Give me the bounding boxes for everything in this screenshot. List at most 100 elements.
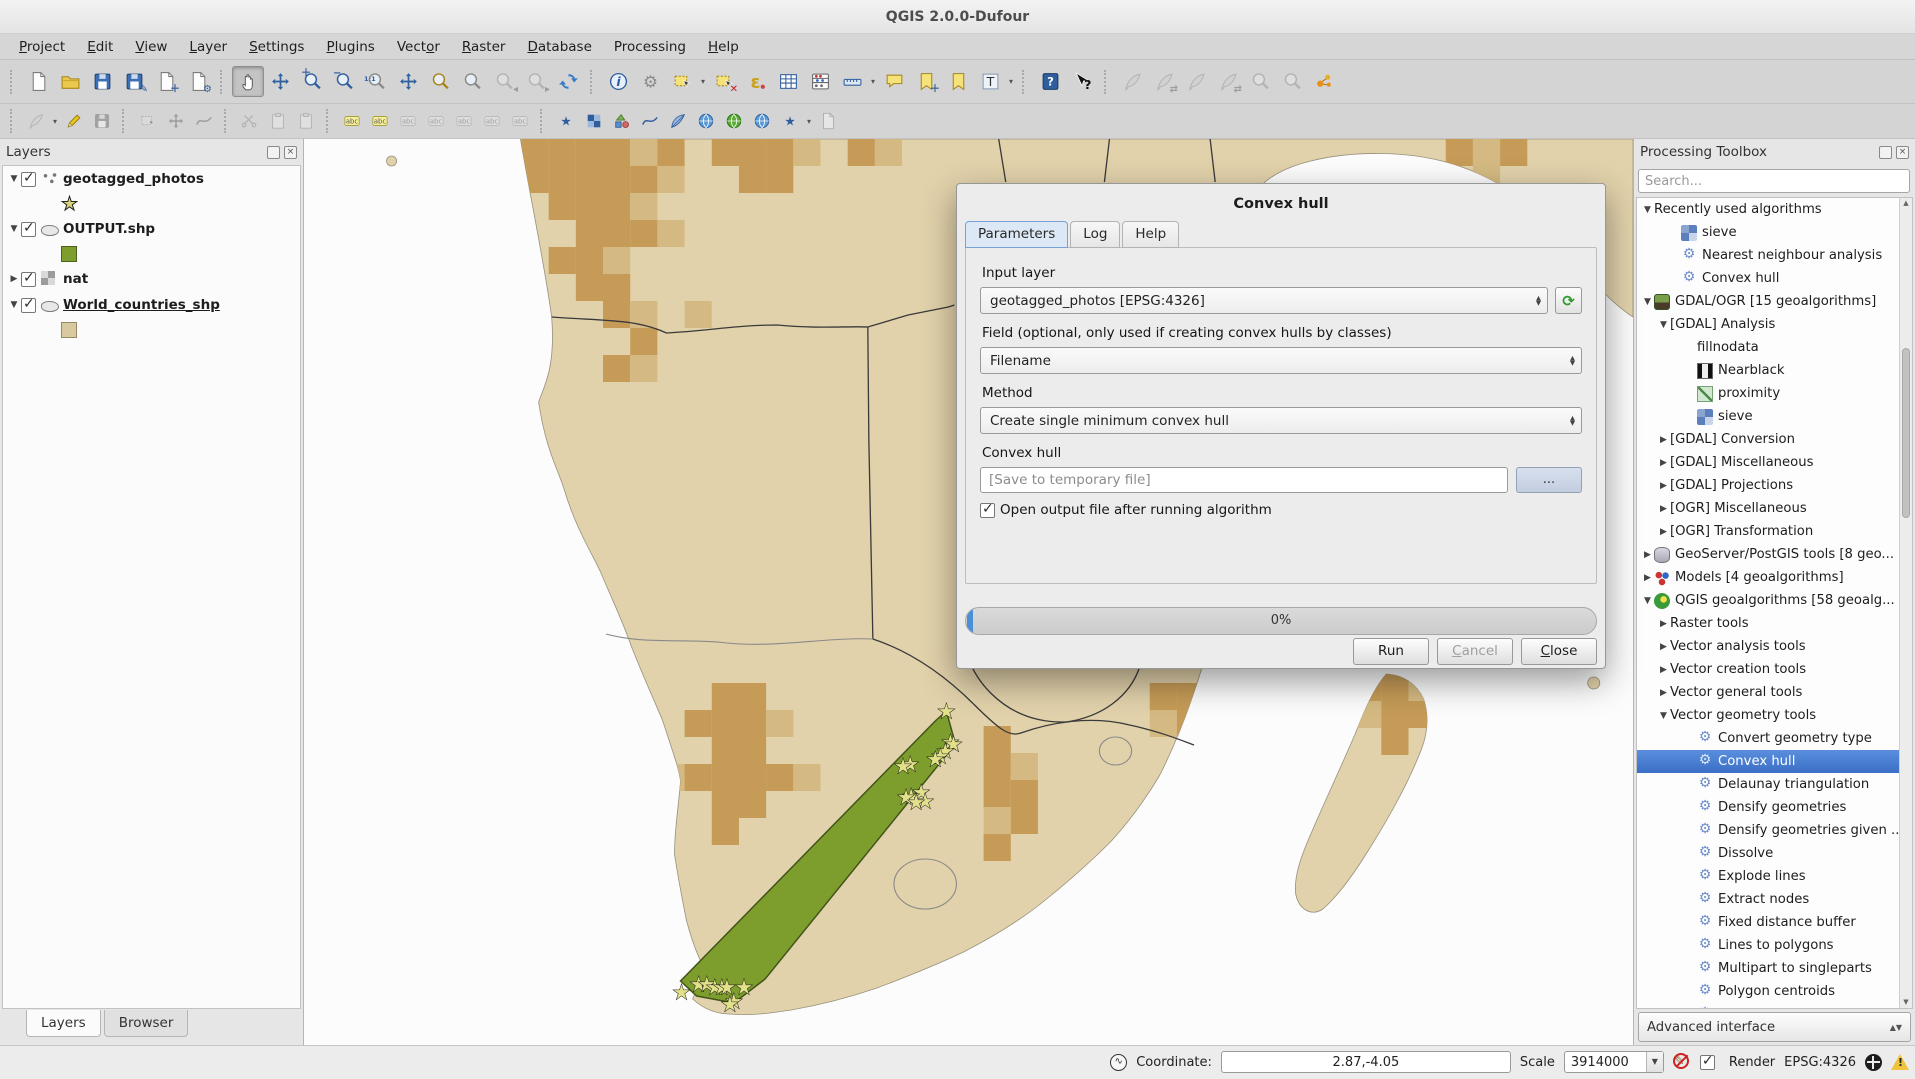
tree-item-proximity[interactable]: proximity [1637, 382, 1899, 405]
tree-group-recent[interactable]: ▼Recently used algorithms [1637, 198, 1899, 221]
stop-render-icon[interactable]: ∿ [1110, 1054, 1127, 1071]
tab-log[interactable]: Log [1070, 221, 1120, 248]
web-service-button[interactable] [692, 108, 720, 134]
toolbar-handle[interactable] [1104, 70, 1113, 94]
tree-group-gdal-misc[interactable]: ▶[GDAL] Miscellaneous [1637, 451, 1899, 474]
save-project-button[interactable] [86, 66, 118, 97]
current-edits-dropdown-icon[interactable]: ▾ [50, 117, 60, 126]
label-show-hide-button[interactable]: ⇄ [1148, 66, 1180, 97]
layer-checkbox[interactable] [21, 172, 36, 187]
label-change-button[interactable] [478, 108, 506, 134]
run-feature-action-button[interactable] [634, 66, 666, 97]
cut-features-button[interactable] [236, 108, 264, 134]
tree-group-raster-tools[interactable]: ▶Raster tools [1637, 612, 1899, 635]
new-composer-button[interactable]: ＋ [150, 66, 182, 97]
pan-map-button[interactable] [232, 66, 264, 97]
input-layer-select[interactable]: geotagged_photos [EPSG:4326] ▲▼ [980, 287, 1548, 314]
menu-layer[interactable]: Layer [178, 36, 238, 58]
tab-layers[interactable]: Layers [26, 1010, 101, 1037]
select-dropdown-icon[interactable]: ▾ [698, 77, 708, 86]
scrollbar-thumb[interactable] [1902, 348, 1910, 518]
tree-group-gdal-ogr[interactable]: ▼GDAL/OGR [15 geoalgorithms] [1637, 290, 1899, 313]
menu-view[interactable]: View [124, 36, 178, 58]
tree-group-ogr-misc[interactable]: ▶[OGR] Miscellaneous [1637, 497, 1899, 520]
label-properties-button[interactable] [1244, 66, 1276, 97]
menu-raster[interactable]: Raster [451, 36, 517, 58]
menu-processing[interactable]: Processing [603, 36, 697, 58]
zoom-next-button[interactable]: ▸ [520, 66, 552, 97]
tree-item-multipart[interactable]: Multipart to singleparts [1637, 957, 1899, 980]
toolbar-handle[interactable] [220, 70, 229, 94]
layer-item-geotagged-photos[interactable]: ▼ geotagged_photos [3, 166, 300, 192]
field-calculator-button[interactable] [804, 66, 836, 97]
tree-group-gdal-conversion[interactable]: ▶[GDAL] Conversion [1637, 428, 1899, 451]
menu-project[interactable]: Project [8, 36, 76, 58]
tree-group-gdal-analysis[interactable]: ▼[GDAL] Analysis [1637, 313, 1899, 336]
iterate-layer-button[interactable]: ⟳ [1555, 287, 1582, 314]
web-service-green-button[interactable] [720, 108, 748, 134]
tree-item-fillnodata[interactable]: fillnodata [1637, 336, 1899, 359]
browse-button[interactable]: ... [1516, 467, 1582, 493]
toolbar-handle[interactable] [540, 109, 549, 133]
label-settings-button[interactable] [366, 108, 394, 134]
select-by-expression-button[interactable] [740, 66, 772, 97]
tree-item-sieve[interactable]: sieve [1637, 221, 1899, 244]
tree-item-polygonize[interactable]: Polygonize [1637, 1003, 1899, 1009]
toolbox-scrollbar[interactable]: ▲ ▼ [1899, 198, 1912, 1008]
cancel-button[interactable]: Cancel [1437, 638, 1513, 665]
label-rotate2-button[interactable] [506, 108, 534, 134]
tree-group-gdal-projections[interactable]: ▶[GDAL] Projections [1637, 474, 1899, 497]
toolbar-handle[interactable] [590, 70, 599, 94]
menu-database[interactable]: Database [516, 36, 602, 58]
tree-item-extract-nodes[interactable]: Extract nodes [1637, 888, 1899, 911]
diagram-button[interactable] [1276, 66, 1308, 97]
save-edits-button[interactable] [88, 108, 116, 134]
field-select[interactable]: Filename ▲▼ [980, 347, 1582, 374]
expander-icon[interactable]: ▼ [7, 174, 21, 184]
zoom-last-button[interactable]: ◂ [488, 66, 520, 97]
extra-tool-button[interactable] [814, 108, 842, 134]
toolbar-handle[interactable] [10, 109, 19, 133]
tree-group-ogr-transformation[interactable]: ▶[OGR] Transformation [1637, 520, 1899, 543]
layer-item-world-countries[interactable]: ▼ World_countries_shp [3, 292, 300, 318]
tree-group-vector-geometry[interactable]: ▼Vector geometry tools [1637, 704, 1899, 727]
menu-help[interactable]: Help [697, 36, 750, 58]
tree-item-sieve2[interactable]: sieve [1637, 405, 1899, 428]
tree-item-convex-hull-selected[interactable]: Convex hull [1637, 750, 1899, 773]
help-contents-button[interactable] [1034, 66, 1066, 97]
refresh-map-button[interactable] [552, 66, 584, 97]
output-file-input[interactable] [980, 467, 1508, 493]
annotation-dropdown-icon[interactable]: ▾ [1006, 77, 1016, 86]
expander-icon[interactable]: ▶ [7, 274, 21, 284]
measure-button[interactable] [836, 66, 868, 97]
measure-dropdown-icon[interactable]: ▾ [868, 77, 878, 86]
panel-close-icon[interactable]: × [1896, 146, 1909, 159]
coordinate-input[interactable] [1221, 1051, 1511, 1073]
zoom-native-button[interactable]: 1:1 [360, 66, 392, 97]
panel-close-icon[interactable]: × [284, 146, 297, 159]
map-tips-button[interactable] [878, 66, 910, 97]
messages-warning-icon[interactable] [1891, 1054, 1909, 1070]
interpolation-button[interactable] [636, 108, 664, 134]
toolbar-handle[interactable] [122, 109, 131, 133]
plugin-molecule-button[interactable] [1308, 66, 1340, 97]
run-button[interactable]: Run [1353, 638, 1429, 665]
tree-item-polygon-centroids[interactable]: Polygon centroids [1637, 980, 1899, 1003]
show-bookmarks-button[interactable] [942, 66, 974, 97]
menu-edit[interactable]: Edit [76, 36, 124, 58]
attribute-table-button[interactable] [772, 66, 804, 97]
toolbar-handle[interactable] [326, 109, 335, 133]
label-move-button[interactable] [1180, 66, 1212, 97]
move-feature-button[interactable] [162, 108, 190, 134]
raster-checker-button[interactable] [580, 108, 608, 134]
new-bookmark-button[interactable]: ＋ [910, 66, 942, 97]
terrain-analysis-button[interactable] [664, 108, 692, 134]
tree-group-qgis-algs[interactable]: ▼QGIS geoalgorithms [58 geoalg... [1637, 589, 1899, 612]
label-move-rotate-button[interactable] [450, 108, 478, 134]
zoom-out-button[interactable]: − [328, 66, 360, 97]
toolbar-handle[interactable] [1022, 70, 1031, 94]
toolbox-search-input[interactable] [1638, 169, 1910, 193]
label-pin-button[interactable] [1116, 66, 1148, 97]
open-output-checkbox[interactable] [980, 503, 995, 518]
scroll-up-icon[interactable]: ▲ [1900, 198, 1912, 209]
